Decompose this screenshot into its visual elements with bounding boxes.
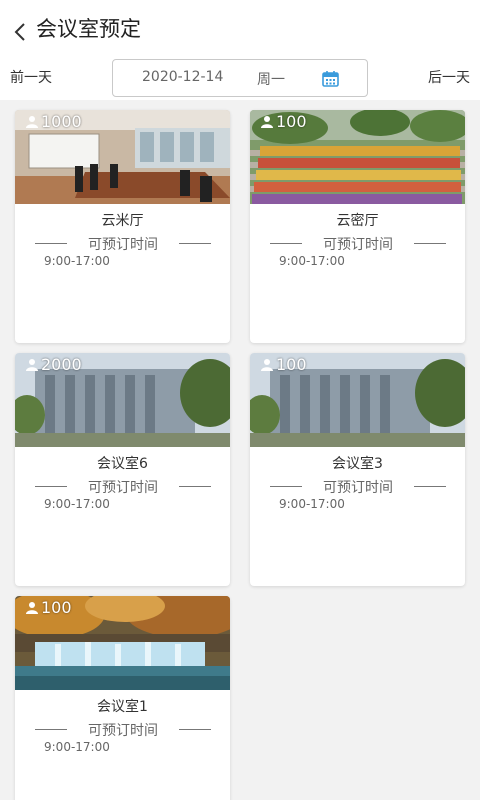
calendar-icon[interactable] (322, 70, 339, 87)
available-label: 可预订时间 (323, 237, 393, 253)
available-header: 可预订时间 (268, 476, 448, 496)
chevron-left-icon (14, 23, 25, 41)
divider (179, 243, 211, 244)
room-card[interactable]: 2000 会议室6 可预订时间 9:00-17:00 (15, 353, 230, 586)
time-slot[interactable]: 9:00-17:00 (44, 254, 110, 268)
divider (179, 486, 211, 487)
available-label: 可预订时间 (323, 480, 393, 496)
prev-day-button[interactable]: 前一天 (10, 68, 52, 88)
next-day-button[interactable]: 后一天 (428, 68, 470, 88)
available-label: 可预订时间 (88, 723, 158, 739)
capacity-badge: 100 (25, 598, 72, 617)
capacity-value: 100 (41, 598, 72, 617)
date-picker[interactable]: 2020-12-14 周一 (112, 59, 368, 97)
divider (414, 486, 446, 487)
divider (179, 729, 211, 730)
people-icon (26, 115, 38, 128)
page-title: 会议室预定 (36, 17, 141, 41)
capacity-value: 100 (276, 355, 307, 374)
capacity-value: 1000 (41, 112, 82, 131)
people-icon (26, 358, 38, 371)
time-slot[interactable]: 9:00-17:00 (279, 497, 345, 511)
available-header: 可预订时间 (268, 233, 448, 253)
people-icon (26, 601, 38, 614)
people-icon (261, 358, 273, 371)
capacity-value: 100 (276, 112, 307, 131)
people-icon (261, 115, 273, 128)
room-name: 会议室1 (97, 699, 148, 715)
room-name: 云米厅 (101, 213, 144, 229)
capacity-value: 2000 (41, 355, 82, 374)
available-label: 可预订时间 (88, 480, 158, 496)
room-thumbnail: 100 (250, 353, 465, 447)
room-thumbnail: 100 (250, 110, 465, 204)
header-bar: 会议室预定 前一天 2020-12-14 周一 后一天 (0, 0, 480, 100)
room-card[interactable]: 1000 云米厅 可预订时间 9:00-17:00 (15, 110, 230, 343)
room-name: 会议室3 (332, 456, 383, 472)
room-thumbnail: 2000 (15, 353, 230, 447)
available-label: 可预订时间 (88, 237, 158, 253)
time-slot[interactable]: 9:00-17:00 (44, 497, 110, 511)
time-slot[interactable]: 9:00-17:00 (279, 254, 345, 268)
room-name: 云密厅 (336, 213, 379, 229)
room-card[interactable]: 100 会议室1 可预订时间 9:00-17:00 (15, 596, 230, 800)
available-header: 可预订时间 (33, 719, 213, 739)
weekday-value: 周一 (257, 72, 285, 88)
room-thumbnail: 1000 (15, 110, 230, 204)
available-header: 可预订时间 (33, 233, 213, 253)
capacity-badge: 1000 (25, 112, 82, 131)
capacity-badge: 100 (260, 355, 307, 374)
room-grid: 1000 云米厅 可预订时间 9:00-17:00 100 云密厅 可预订时间 … (0, 100, 480, 800)
available-header: 可预订时间 (33, 476, 213, 496)
room-card[interactable]: 100 云密厅 可预订时间 9:00-17:00 (250, 110, 465, 343)
date-value: 2020-12-14 (142, 69, 224, 85)
room-thumbnail: 100 (15, 596, 230, 690)
room-card[interactable]: 100 会议室3 可预订时间 9:00-17:00 (250, 353, 465, 586)
room-name: 会议室6 (97, 456, 148, 472)
capacity-badge: 2000 (25, 355, 82, 374)
capacity-badge: 100 (260, 112, 307, 131)
back-button[interactable] (8, 18, 32, 46)
divider (414, 243, 446, 244)
time-slot[interactable]: 9:00-17:00 (44, 740, 110, 754)
